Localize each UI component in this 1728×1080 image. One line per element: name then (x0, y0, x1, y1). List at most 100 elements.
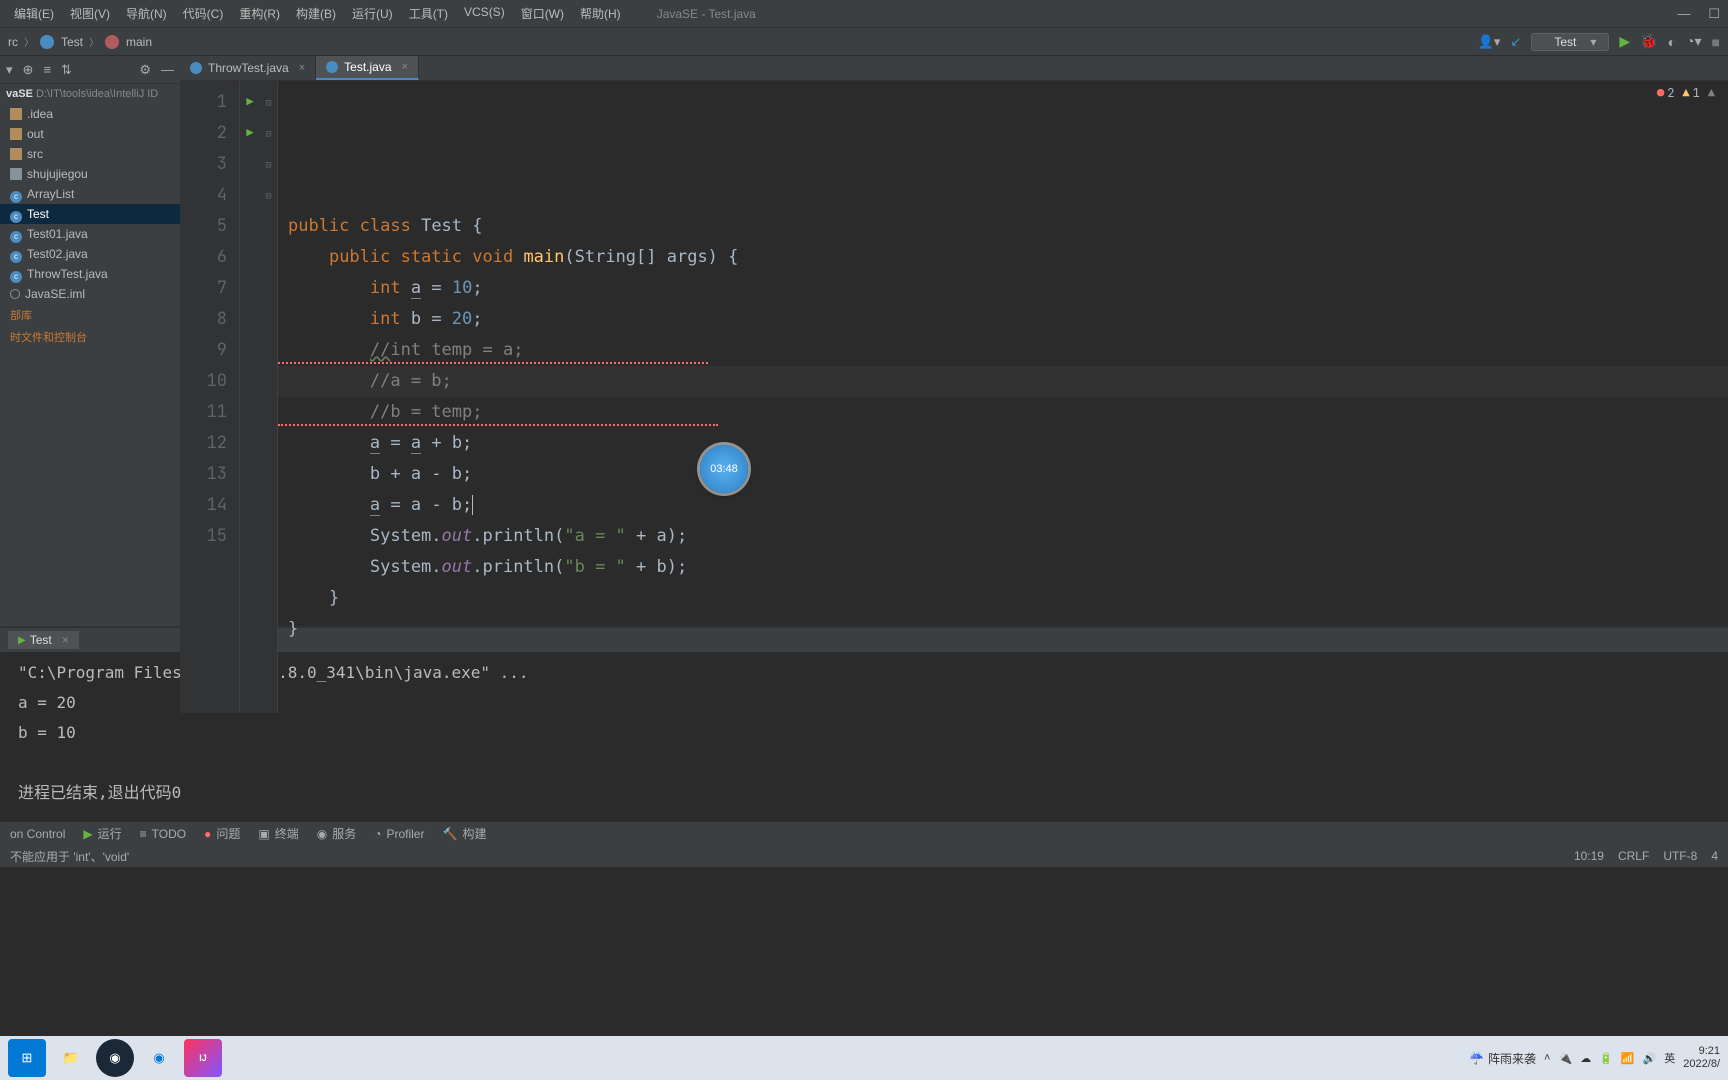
code-area[interactable]: 123456789101112131415 ▶ ▶ ⊟⊟⊟⊟ public cl… (180, 81, 1728, 713)
class-icon (40, 35, 54, 49)
usb-icon[interactable]: 🔌 (1558, 1052, 1572, 1065)
filter-icon[interactable]: ⇅ (61, 62, 72, 78)
coverage-icon[interactable]: ◐ (1668, 34, 1676, 50)
window-controls: — ☐ (1677, 6, 1720, 22)
tw-terminal[interactable]: ▣ 终端 (258, 825, 298, 842)
run-config-selector[interactable]: Test (1531, 33, 1609, 51)
system-tray: ☔ 阵雨来袭 ˄ 🔌 ☁ 🔋 📶 🔊 英 9:21 2022/8/ (1469, 1045, 1720, 1071)
volume-icon[interactable]: 🔊 (1643, 1052, 1657, 1065)
steam-icon[interactable]: ◉ (96, 1039, 134, 1077)
status-bar: 不能应用于 'int'、'void' 10:19 CRLF UTF-8 4 (0, 845, 1728, 867)
tree-item-idea[interactable]: .idea (0, 104, 180, 124)
profile-icon[interactable]: ◔▾ (1686, 33, 1701, 50)
menu-view[interactable]: 视图(V) (64, 3, 116, 24)
battery-icon[interactable]: 🔋 (1599, 1052, 1613, 1065)
play-icon: ▶ (18, 635, 26, 646)
source-text[interactable]: public class Test { public static void m… (278, 81, 1728, 713)
expand-icon[interactable]: ▾ (6, 62, 13, 78)
run-main-icon[interactable]: ▶ (240, 118, 260, 149)
tool-window-bar: on Control ▶运行 ≡ TODO ●问题 ▣ 终端 ◉ 服务 ◔ Pr… (0, 821, 1728, 845)
minimize-icon[interactable]: — (1677, 6, 1690, 22)
menu-run[interactable]: 运行(U) (346, 3, 399, 24)
tree-item-src[interactable]: src (0, 144, 180, 164)
title-bar: 编辑(E) 视图(V) 导航(N) 代码(C) 重构(R) 构建(B) 运行(U… (0, 0, 1728, 28)
java-icon (190, 62, 202, 74)
close-icon[interactable]: × (299, 62, 305, 74)
status-pos[interactable]: 10:19 (1574, 849, 1604, 863)
project-sidebar: ▾ ⊕ ≡ ⇅ ⚙ — vaSE D:\IT\tools\idea\Intell… (0, 56, 180, 626)
tree-item-throwtest[interactable]: ThrowTest.java (0, 264, 180, 284)
menu-refactor[interactable]: 重构(R) (233, 3, 286, 24)
tree-item-test01[interactable]: Test01.java (0, 224, 180, 244)
menu-window[interactable]: 窗口(W) (515, 3, 570, 24)
menu-vcs[interactable]: VCS(S) (458, 3, 511, 24)
tree-item-lib[interactable]: 部库 (0, 304, 180, 326)
intellij-icon[interactable]: IJ (184, 1039, 222, 1077)
onedrive-icon[interactable]: ☁ (1580, 1052, 1591, 1065)
tree-item-scratch[interactable]: 时文件和控制台 (0, 326, 180, 348)
tab-test[interactable]: Test.java× (316, 56, 419, 80)
tree-item-test02[interactable]: Test02.java (0, 244, 180, 264)
tw-todo[interactable]: ≡ TODO (140, 827, 186, 841)
window-title: JavaSE - Test.java (657, 7, 756, 21)
select-opened-icon[interactable]: ⊕ (23, 62, 34, 78)
menu-tools[interactable]: 工具(T) (403, 3, 454, 24)
tree-item-out[interactable]: out (0, 124, 180, 144)
start-button[interactable]: ⊞ (8, 1039, 46, 1077)
menu-edit[interactable]: 编辑(E) (8, 3, 60, 24)
add-user-icon[interactable]: 👤▾ (1478, 34, 1501, 50)
main-menu: 编辑(E) 视图(V) 导航(N) 代码(C) 重构(R) 构建(B) 运行(U… (8, 3, 627, 24)
crumb-class[interactable]: Test (61, 35, 83, 49)
maximize-icon[interactable]: ☐ (1708, 6, 1720, 22)
tw-problems[interactable]: ●问题 (204, 825, 240, 842)
weak-warning-badge[interactable] (1708, 85, 1718, 101)
close-icon[interactable]: × (62, 633, 69, 647)
menu-help[interactable]: 帮助(H) (574, 3, 627, 24)
tree-item-iml[interactable]: JavaSE.iml (0, 284, 180, 304)
status-sep[interactable]: CRLF (1618, 849, 1649, 863)
tw-version-control[interactable]: on Control (10, 827, 65, 841)
status-indent[interactable]: 4 (1711, 849, 1718, 863)
weather-widget[interactable]: ☔ 阵雨来袭 (1469, 1050, 1536, 1067)
menu-navigate[interactable]: 导航(N) (120, 3, 173, 24)
crumb-method[interactable]: main (126, 35, 152, 49)
status-enc[interactable]: UTF-8 (1663, 849, 1697, 863)
update-icon[interactable]: ↙ (1510, 34, 1521, 50)
project-root[interactable]: vaSE D:\IT\tools\idea\IntelliJ ID (0, 84, 180, 104)
tray-chevron-icon[interactable]: ˄ (1544, 1052, 1550, 1064)
wifi-icon[interactable]: 📶 (1621, 1052, 1635, 1065)
run-gutter: ▶ ▶ (240, 81, 260, 713)
ime-indicator[interactable]: 英 (1664, 1050, 1675, 1066)
collapse-icon[interactable]: ≡ (43, 62, 51, 77)
inspection-badges[interactable]: 2 1 (1657, 85, 1718, 101)
debug-button[interactable]: 🐞 (1640, 33, 1657, 50)
close-icon[interactable]: × (402, 61, 408, 73)
tab-throwtest[interactable]: ThrowTest.java× (180, 56, 316, 80)
tree-item-arraylist[interactable]: ArrayList (0, 184, 180, 204)
menu-code[interactable]: 代码(C) (177, 3, 230, 24)
stop-button[interactable]: ■ (1712, 34, 1720, 50)
hide-icon[interactable]: — (161, 62, 174, 77)
menu-build[interactable]: 构建(B) (290, 3, 342, 24)
explorer-icon[interactable]: 📁 (52, 1039, 90, 1077)
warning-badge[interactable]: 1 (1682, 85, 1699, 101)
tree-item-test[interactable]: Test (0, 204, 180, 224)
tw-build[interactable]: 🔨 构建 (442, 825, 486, 842)
run-tab-test[interactable]: ▶Test× (8, 631, 79, 649)
error-badge[interactable]: 2 (1657, 85, 1674, 101)
clock[interactable]: 9:21 2022/8/ (1683, 1045, 1720, 1071)
crumb-src[interactable]: rc (8, 35, 18, 49)
editor-tabs: ThrowTest.java× Test.java× (180, 56, 1728, 81)
sidebar-toolbar: ▾ ⊕ ≡ ⇅ ⚙ — (0, 56, 180, 84)
navigation-bar: rc Test main 👤▾ ↙ Test ▶ 🐞 ◐ ◔▾ ■ (0, 28, 1728, 56)
windows-taskbar: ⊞ 📁 ◉ ◉ IJ ☔ 阵雨来袭 ˄ 🔌 ☁ 🔋 📶 🔊 英 9:21 202… (0, 1036, 1728, 1080)
edge-icon[interactable]: ◉ (140, 1039, 178, 1077)
run-button[interactable]: ▶ (1619, 33, 1630, 50)
run-class-icon[interactable]: ▶ (240, 87, 260, 118)
tree-item-shujujiegou[interactable]: shujujiegou (0, 164, 180, 184)
gear-icon[interactable]: ⚙ (139, 62, 151, 78)
tw-profiler[interactable]: ◔ Profiler (374, 827, 424, 841)
tw-run[interactable]: ▶运行 (83, 825, 121, 842)
tw-services[interactable]: ◉ 服务 (317, 825, 357, 842)
timer-bubble[interactable]: 03:48 (700, 445, 748, 493)
